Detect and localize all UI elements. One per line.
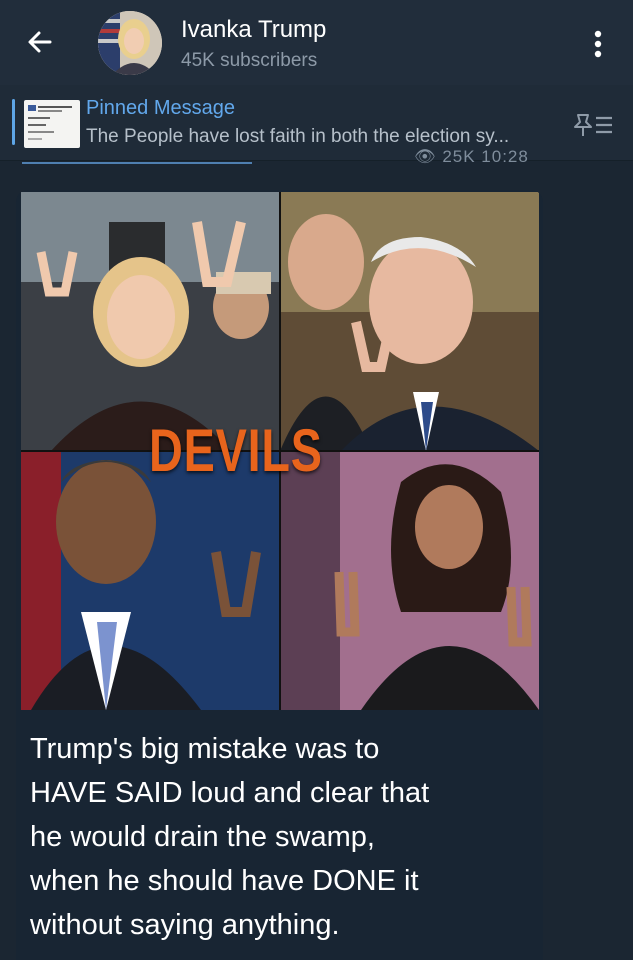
meme-overlay-text: DEVILS: [149, 417, 323, 484]
pinned-message-preview: The People have lost faith in both the e…: [86, 126, 510, 147]
channel-title-block[interactable]: Ivanka Trump 45K subscribers: [181, 15, 326, 75]
avatar-image: [98, 11, 162, 75]
chat-header: Ivanka Trump 45K subscribers: [0, 0, 633, 85]
previous-message-views-time: 25K 10:28: [442, 147, 529, 166]
message-bubble[interactable]: DEVILS Trump's big mistake was to HAVE S…: [16, 190, 543, 960]
post-image[interactable]: DEVILS: [21, 192, 539, 710]
pinned-message-title: Pinned Message: [86, 97, 235, 119]
more-vertical-icon: [594, 30, 602, 58]
pinned-indicator: [12, 99, 15, 145]
caption-line: when he should have DONE it: [30, 865, 419, 897]
channel-avatar[interactable]: [98, 11, 162, 75]
caption-line: he would drain the swamp,: [30, 821, 375, 853]
arrow-left-icon: [28, 31, 52, 53]
post-caption: Trump's big mistake was to HAVE SAID lou…: [30, 727, 530, 947]
previous-message-meta: 👁 25K 10:28: [414, 147, 529, 167]
channel-name: Ivanka Trump: [181, 16, 327, 43]
back-button[interactable]: [16, 22, 64, 62]
caption-line: HAVE SAID loud and clear that: [30, 777, 430, 809]
pinned-list-button[interactable]: [566, 108, 622, 144]
caption-line: Trump's big mistake was to: [30, 733, 380, 765]
views-icon: 👁: [414, 147, 437, 166]
pinned-message-thumbnail: [24, 100, 80, 148]
subscriber-count: 45K subscribers: [181, 50, 318, 71]
more-options-button[interactable]: [580, 22, 616, 66]
pin-list-icon: [574, 114, 612, 136]
caption-line: without saying anything.: [30, 909, 340, 941]
